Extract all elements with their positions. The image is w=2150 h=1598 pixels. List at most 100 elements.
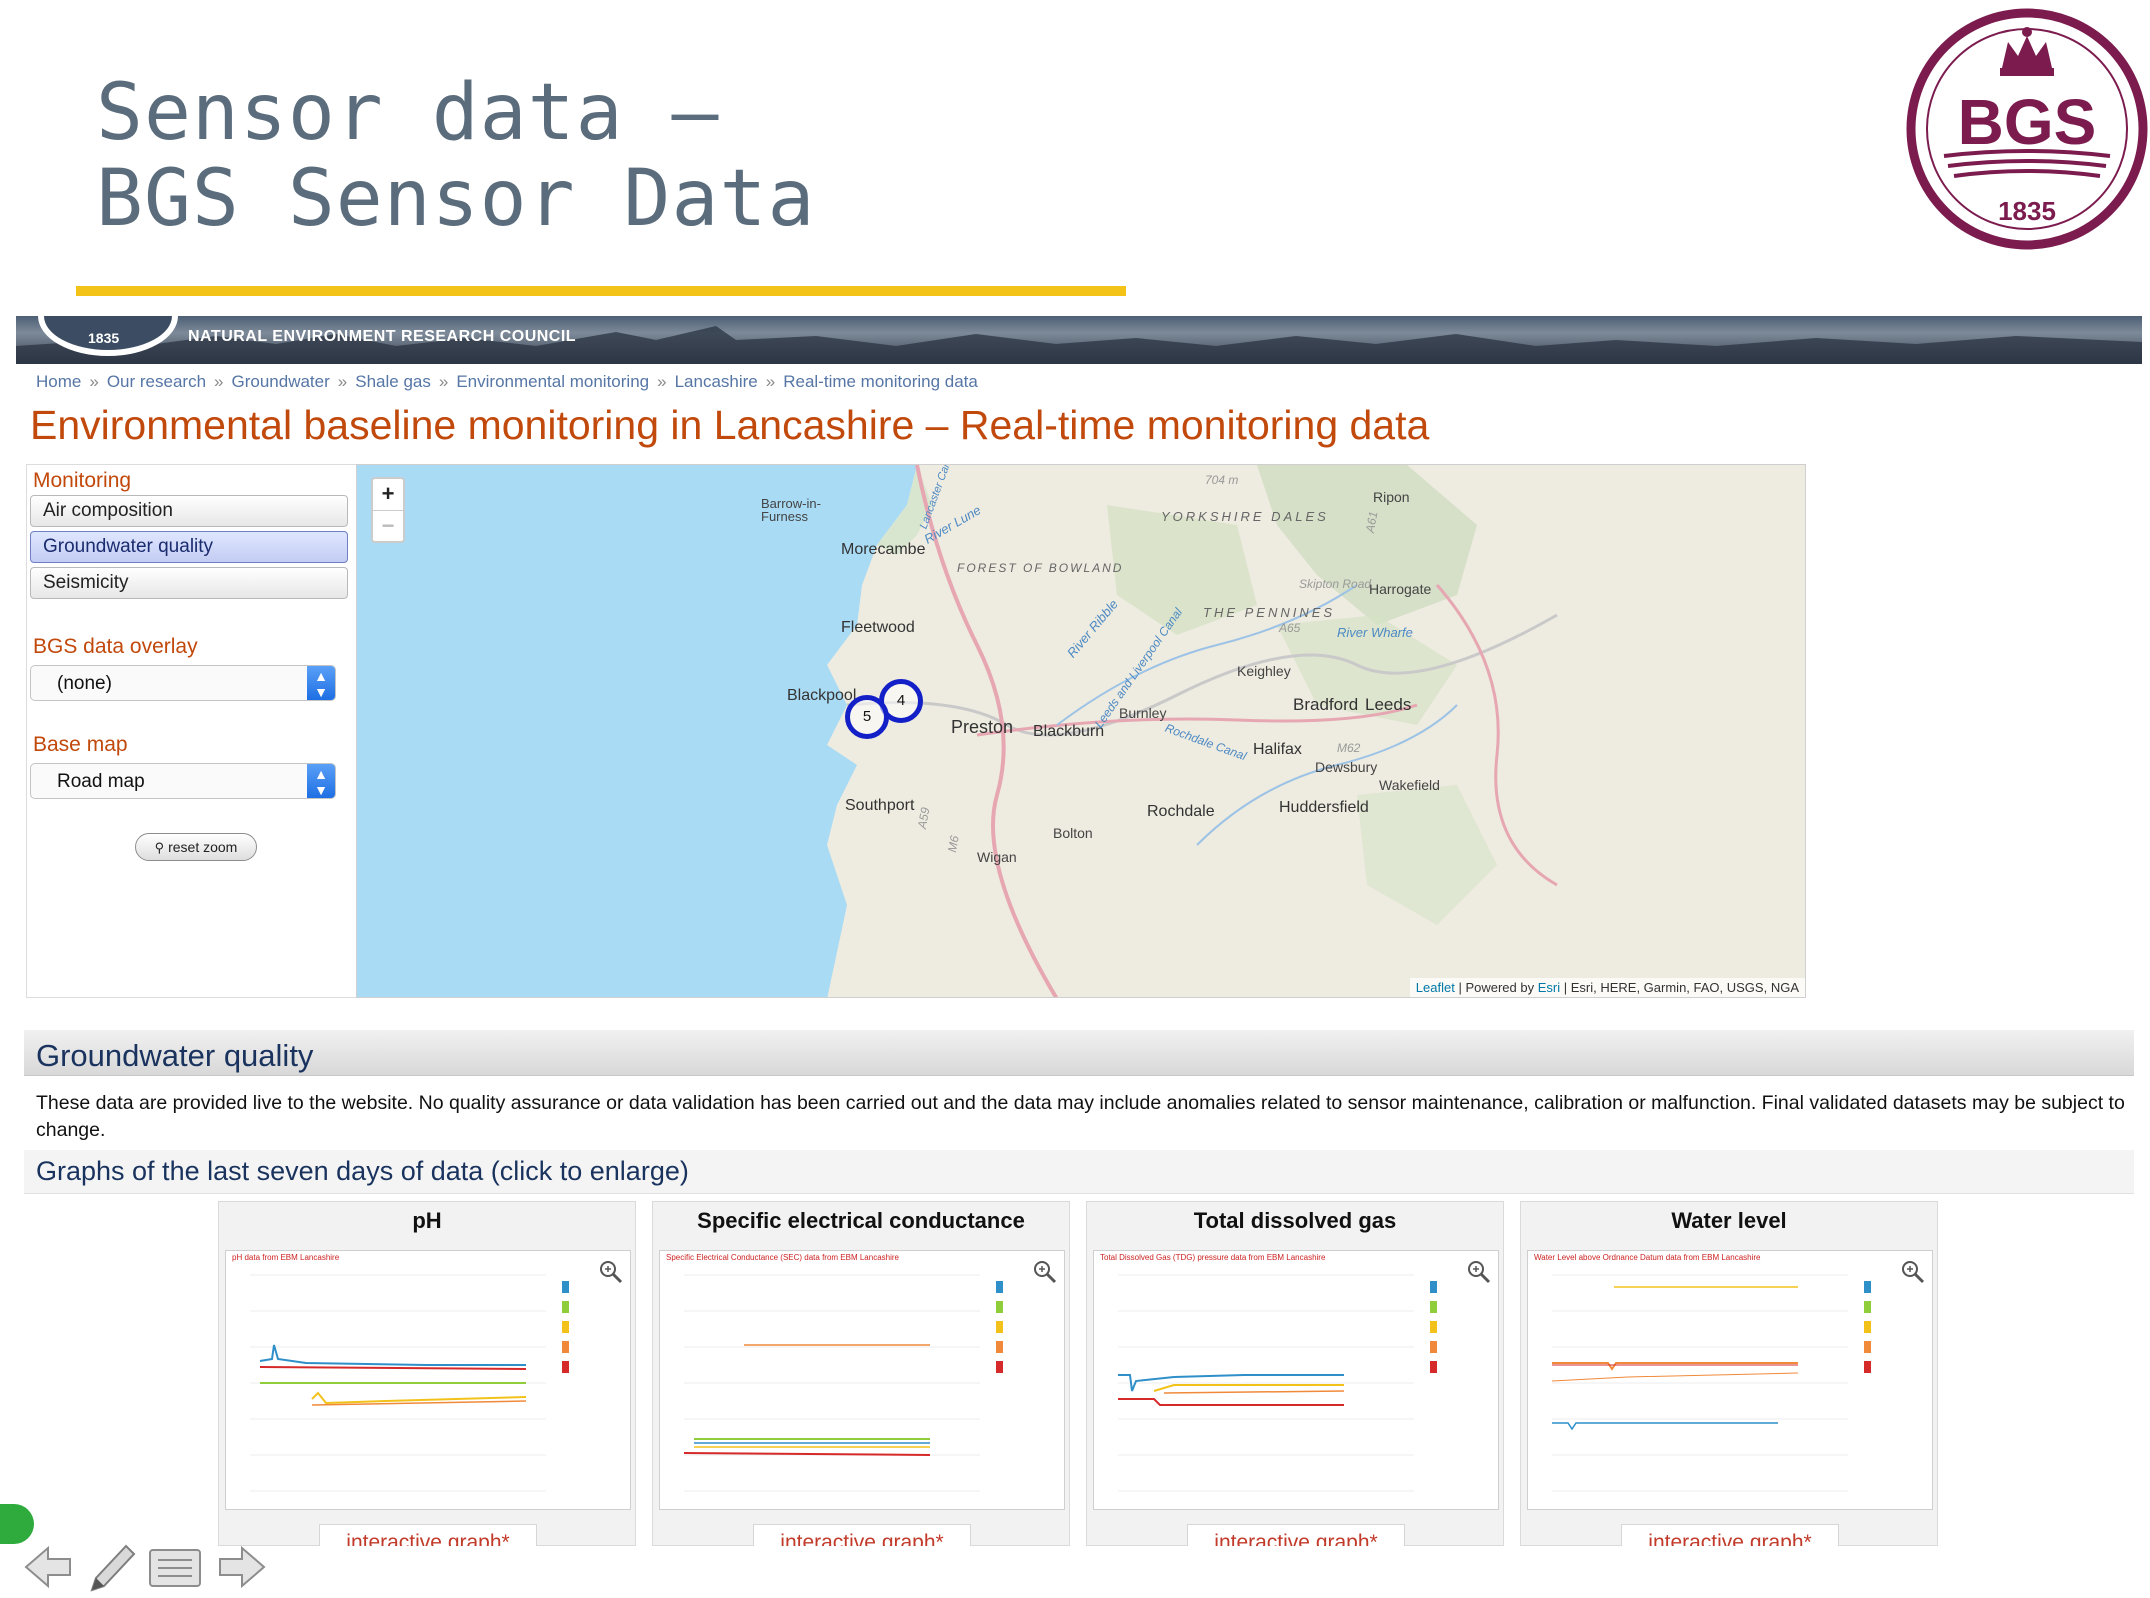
sensor-cluster-marker[interactable]: 5 bbox=[845, 695, 889, 739]
map-place-wigan: Wigan bbox=[977, 849, 1017, 865]
back-arrow-icon[interactable] bbox=[24, 1545, 71, 1589]
map-place-huddersfield: Huddersfield bbox=[1279, 799, 1369, 816]
website-screenshot: 1835 NATURAL ENVIRONMENT RESEARCH COUNCI… bbox=[16, 316, 2142, 1546]
graph-card-title: Water level bbox=[1671, 1208, 1787, 1233]
basemap-select[interactable]: Road map ▲ ▼ bbox=[30, 763, 336, 799]
map-road-m6: M6 bbox=[944, 834, 962, 854]
overlay-heading: BGS data overlay bbox=[33, 635, 198, 658]
graphs-title: Graphs of the last seven days of data (c… bbox=[36, 1156, 689, 1186]
map-place-barrow: Barrow-in-Furness bbox=[761, 496, 821, 524]
graph-card-title: Total dissolved gas bbox=[1193, 1208, 1397, 1233]
map-place-dewsbury: Dewsbury bbox=[1315, 759, 1378, 775]
graphs-header: Graphs of the last seven days of data (c… bbox=[24, 1150, 2134, 1194]
breadcrumb-separator: » bbox=[765, 372, 776, 391]
graph-card-water-level[interactable]: Water level Water Level above Ordnance D… bbox=[1520, 1201, 1938, 1546]
site-banner: 1835 NATURAL ENVIRONMENT RESEARCH COUNCI… bbox=[16, 316, 2142, 364]
groundwater-quality-button[interactable]: Groundwater quality bbox=[30, 531, 348, 563]
attribution-powered: | Powered by bbox=[1458, 980, 1535, 995]
slide-title: Sensor data – BGS Sensor Data bbox=[96, 70, 815, 242]
leaflet-link[interactable]: Leaflet bbox=[1416, 980, 1455, 995]
breadcrumb-separator: » bbox=[337, 372, 348, 391]
slide-navigation bbox=[24, 1544, 266, 1592]
breadcrumb-lancashire[interactable]: Lancashire bbox=[675, 372, 758, 391]
map-elevation: 704 m bbox=[1205, 473, 1239, 487]
map-place-fleetwood: Fleetwood bbox=[841, 619, 915, 636]
map-place-blackpool: Blackpool bbox=[787, 687, 857, 704]
control-panel: Monitoring Air composition Groundwater q… bbox=[26, 464, 356, 998]
select-arrows-icon: ▲ ▼ bbox=[307, 666, 335, 700]
banner-text: NATURAL ENVIRONMENT RESEARCH COUNCIL bbox=[188, 328, 577, 345]
bgs-logo: BGS 1835 bbox=[1906, 8, 2148, 250]
pen-icon[interactable] bbox=[90, 1544, 136, 1592]
reset-zoom-button[interactable]: ⚲ reset zoom bbox=[135, 833, 257, 861]
graph-thumbnail[interactable]: Water Level above Ordnance Datum data fr… bbox=[1527, 1250, 1933, 1510]
interactive-graph-link[interactable]: interactive graph* bbox=[1187, 1524, 1405, 1546]
graph-thumbnail[interactable]: Total Dissolved Gas (TDG) pressure data … bbox=[1093, 1250, 1499, 1510]
groundwater-section-header: Groundwater quality bbox=[24, 1030, 2134, 1076]
zoom-control: + − bbox=[371, 477, 405, 543]
map-place-ripon: Ripon bbox=[1373, 489, 1410, 505]
zoom-out-button[interactable]: − bbox=[373, 510, 403, 541]
map-place-morecambe: Morecambe bbox=[841, 541, 926, 558]
interactive-graph-link[interactable]: interactive graph* bbox=[753, 1524, 971, 1546]
page-heading: Environmental baseline monitoring in Lan… bbox=[30, 402, 1430, 448]
title-underline bbox=[76, 286, 1126, 296]
map-place-keighley: Keighley bbox=[1237, 663, 1291, 679]
map-place-wakefield: Wakefield bbox=[1379, 777, 1440, 793]
breadcrumb-groundwater[interactable]: Groundwater bbox=[232, 372, 330, 391]
graph-thumbnail[interactable]: pH data from EBM Lancashire bbox=[225, 1250, 631, 1510]
breadcrumb-shale-gas[interactable]: Shale gas bbox=[355, 372, 431, 391]
map-road-a65: A65 bbox=[1279, 621, 1301, 635]
interactive-graph-link[interactable]: interactive graph* bbox=[1621, 1524, 1839, 1546]
tdg-sparkline-chart bbox=[1118, 1274, 1437, 1492]
map-place-halifax: Halifax bbox=[1253, 741, 1302, 758]
graph-card-title: Specific electrical conductance bbox=[697, 1208, 1025, 1233]
banner-year: 1835 bbox=[88, 330, 120, 346]
breadcrumb-home[interactable]: Home bbox=[36, 372, 81, 391]
map-place-leeds: Leeds bbox=[1365, 695, 1412, 714]
breadcrumb-our-research[interactable]: Our research bbox=[107, 372, 206, 391]
map-road-skipton: Skipton Road bbox=[1299, 577, 1372, 591]
map-region-the-pennines: THE PENNINES bbox=[1203, 605, 1336, 620]
map-region-forest-of-bowland: FOREST OF BOWLAND bbox=[957, 561, 1124, 575]
esri-link[interactable]: Esri bbox=[1538, 980, 1560, 995]
map-place-bolton: Bolton bbox=[1053, 825, 1093, 841]
interactive-graph-link[interactable]: interactive graph* bbox=[319, 1524, 537, 1546]
groundwater-disclaimer: These data are provided live to the webs… bbox=[36, 1092, 2125, 1141]
breadcrumb-real-time-data[interactable]: Real-time monitoring data bbox=[783, 372, 978, 391]
graph-card-dissolved-gas[interactable]: Total dissolved gas Total Dissolved Gas … bbox=[1086, 1201, 1504, 1546]
map-place-blackburn: Blackburn bbox=[1033, 723, 1105, 740]
map-place-bradford: Bradford bbox=[1293, 695, 1359, 714]
map-road-m62: M62 bbox=[1337, 741, 1361, 755]
map-view[interactable]: + − 704 m Barrow-in-Furness Morecambe Fl… bbox=[356, 464, 1806, 998]
search-icon: ⚲ bbox=[154, 840, 165, 855]
forward-arrow-icon[interactable] bbox=[219, 1545, 266, 1589]
map-place-burnley: Burnley bbox=[1119, 705, 1167, 721]
map-place-harrogate: Harrogate bbox=[1369, 581, 1432, 597]
graph-thumbnail[interactable]: Specific Electrical Conductance (SEC) da… bbox=[659, 1250, 1065, 1510]
overlay-select[interactable]: (none) ▲ ▼ bbox=[30, 665, 336, 701]
reset-zoom-label: reset zoom bbox=[168, 839, 238, 855]
slide-title-line2: BGS Sensor Data bbox=[96, 154, 816, 244]
map-attribution: Leaflet | Powered by Esri | Esri, HERE, … bbox=[1409, 978, 1805, 997]
zoom-in-button[interactable]: + bbox=[373, 479, 403, 510]
graph-card-ph[interactable]: pH pH data from EBM Lancashire interacti… bbox=[218, 1201, 636, 1546]
graph-card-conductance[interactable]: Specific electrical conductance Specific… bbox=[652, 1201, 1070, 1546]
graph-card-title: pH bbox=[412, 1208, 442, 1233]
map-place-preston: Preston bbox=[951, 717, 1014, 737]
breadcrumb-separator: » bbox=[657, 372, 667, 391]
slide-title-line1: Sensor data – bbox=[96, 68, 720, 158]
monitoring-heading: Monitoring bbox=[33, 469, 132, 492]
air-composition-button[interactable]: Air composition bbox=[30, 495, 348, 527]
breadcrumb: Home » Our research » Groundwater » Shale gas »… bbox=[36, 372, 978, 392]
sec-sparkline-chart bbox=[683, 1274, 1003, 1492]
breadcrumb-environmental-monitoring[interactable]: Environmental monitoring bbox=[456, 372, 649, 391]
basemap-select-value: Road map bbox=[57, 771, 145, 792]
basemap-heading: Base map bbox=[33, 733, 128, 756]
breadcrumb-separator: » bbox=[89, 372, 99, 391]
overlay-select-value: (none) bbox=[57, 673, 112, 694]
slide: Sensor data – BGS Sensor Data BGS 1835 1… bbox=[0, 0, 2150, 1598]
water-level-sparkline-chart bbox=[1551, 1274, 1871, 1492]
seismicity-button[interactable]: Seismicity bbox=[30, 567, 348, 599]
menu-icon[interactable] bbox=[149, 1549, 201, 1587]
